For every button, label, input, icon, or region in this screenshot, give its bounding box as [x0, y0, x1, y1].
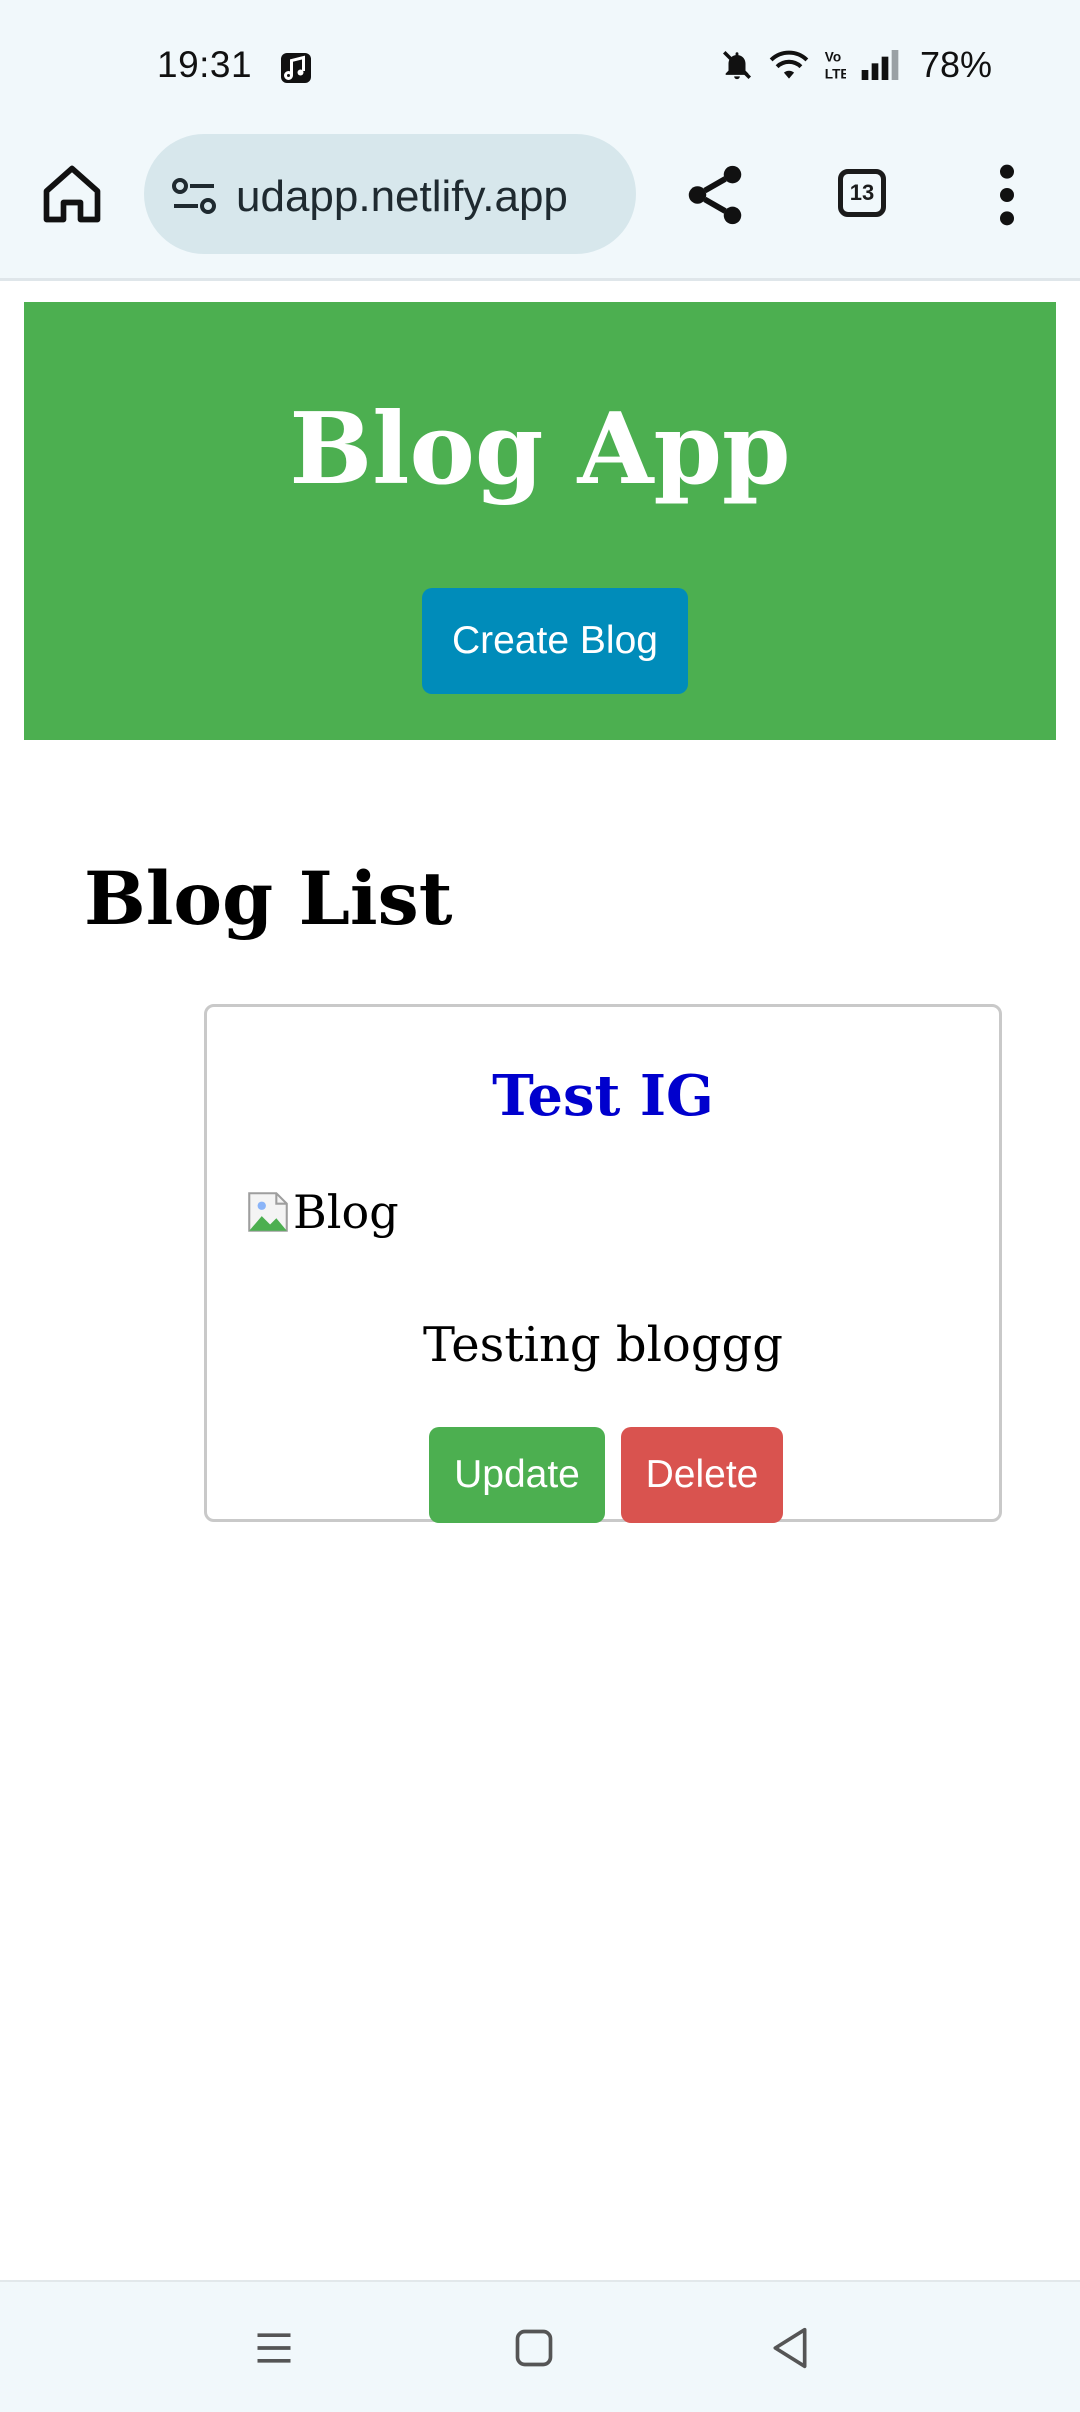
site-settings-icon[interactable]	[170, 174, 218, 218]
signal-icon	[861, 50, 899, 80]
browser-toolbar: udapp.netlify.app 13	[0, 130, 1080, 280]
broken-image-icon	[248, 1192, 288, 1232]
system-nav-bar	[0, 2280, 1080, 2412]
status-icons: Vo LTE 78%	[720, 44, 992, 86]
header-banner: Blog App Create Blog	[24, 302, 1056, 740]
blog-image-alt: Blog	[293, 1185, 399, 1239]
status-bar: 19:31 Vo LTE 78%	[0, 0, 1080, 130]
wifi-icon	[769, 50, 809, 79]
share-icon[interactable]	[680, 160, 750, 230]
address-bar[interactable]: udapp.netlify.app	[144, 134, 636, 254]
blog-image: Blog	[243, 1185, 399, 1239]
tabs-icon[interactable]: 13	[838, 169, 886, 217]
svg-text:LTE: LTE	[825, 67, 846, 82]
app-title: Blog App	[289, 392, 791, 507]
tab-count: 13	[849, 180, 875, 205]
recents-icon[interactable]	[252, 2326, 296, 2370]
blog-card: Test IG Blog Testing bloggg Update Delet…	[204, 1004, 1002, 1523]
home-icon[interactable]	[38, 160, 106, 228]
bell-muted-icon	[722, 50, 751, 80]
more-menu-icon[interactable]	[982, 160, 1032, 230]
volte-icon: Vo LTE	[825, 50, 846, 82]
url-text[interactable]: udapp.netlify.app	[236, 172, 568, 222]
update-button[interactable]: Update	[429, 1427, 605, 1523]
create-blog-button[interactable]: Create Blog	[422, 588, 688, 694]
home-nav-icon[interactable]	[512, 2326, 556, 2370]
toolbar-divider	[0, 278, 1080, 281]
back-icon[interactable]	[768, 2324, 812, 2372]
blog-title: Test IG	[492, 1063, 714, 1129]
blog-list-title: Blog List	[84, 856, 453, 942]
delete-button[interactable]: Delete	[621, 1427, 783, 1523]
svg-text:Vo: Vo	[825, 50, 841, 65]
status-time: 19:31	[157, 44, 253, 85]
blog-content: Testing bloggg	[422, 1317, 784, 1373]
music-app-icon	[281, 53, 311, 83]
battery-level: 78%	[919, 44, 992, 85]
